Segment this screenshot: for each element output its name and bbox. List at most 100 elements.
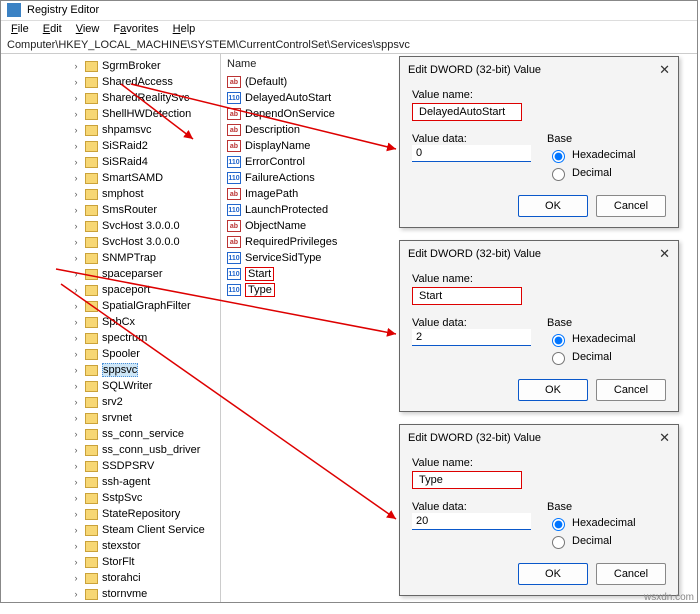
tree-node[interactable]: › stexstor: [1, 538, 220, 554]
menu-edit[interactable]: Edit: [37, 22, 68, 36]
tree-node[interactable]: ›storahci: [1, 570, 220, 586]
tree-label: stexstor: [102, 540, 141, 552]
tree-node[interactable]: ›ShellHWDetection: [1, 106, 220, 122]
chevron-right-icon: ›: [71, 541, 81, 551]
cancel-button[interactable]: Cancel: [596, 379, 666, 401]
menubar: FFileile Edit View Favorites Help: [1, 21, 697, 37]
menu-view[interactable]: View: [70, 22, 106, 36]
value-name-field[interactable]: Start: [412, 287, 522, 305]
dialog-title: Edit DWORD (32-bit) Value: [408, 432, 541, 444]
chevron-right-icon: ›: [71, 445, 81, 455]
titlebar: Registry Editor: [1, 1, 697, 21]
tree-label: SpatialGraphFilter: [102, 300, 191, 312]
tree-node[interactable]: ›SvcHost 3.0.0.0: [1, 218, 220, 234]
tree-node[interactable]: › SharedAccess: [1, 74, 220, 90]
close-icon[interactable]: ✕: [659, 430, 670, 446]
value-name: Start: [245, 267, 274, 281]
value-data-input[interactable]: [412, 513, 531, 530]
tree-node[interactable]: › SpatialGraphFilter: [1, 298, 220, 314]
tree-node[interactable]: ›SgrmBroker: [1, 58, 220, 74]
chevron-right-icon: ›: [71, 77, 81, 87]
address-bar[interactable]: Computer\HKEY_LOCAL_MACHINE\SYSTEM\Curre…: [1, 37, 697, 54]
tree-node[interactable]: ›shpamsvc: [1, 122, 220, 138]
tree-node[interactable]: ›SstpSvc: [1, 490, 220, 506]
tree-node[interactable]: ›SvcHost 3.0.0.0: [1, 234, 220, 250]
value-data-input[interactable]: [412, 329, 531, 346]
tree-node[interactable]: ›SiSRaid2: [1, 138, 220, 154]
value-name-field[interactable]: DelayedAutoStart: [412, 103, 522, 121]
value-name: DisplayName: [245, 140, 310, 152]
tree-node[interactable]: ›srv2: [1, 394, 220, 410]
tree-label: stornvme: [102, 588, 147, 600]
chevron-right-icon: ›: [71, 317, 81, 327]
tree-node[interactable]: ›sppsvc: [1, 362, 220, 378]
value-name: ServiceSidType: [245, 252, 321, 264]
radio-dec[interactable]: [552, 168, 565, 181]
ok-button[interactable]: OK: [518, 379, 588, 401]
menu-favorites[interactable]: Favorites: [107, 22, 164, 36]
chevron-right-icon: ›: [71, 397, 81, 407]
tree-node[interactable]: ›StateRepository: [1, 506, 220, 522]
close-icon[interactable]: ✕: [659, 62, 670, 78]
tree-node[interactable]: ›srvnet: [1, 410, 220, 426]
folder-icon: [85, 589, 98, 600]
value-data-input[interactable]: [412, 145, 531, 162]
ok-button[interactable]: OK: [518, 195, 588, 217]
tree-node[interactable]: ›SiSRaid4: [1, 154, 220, 170]
radio-hex[interactable]: [552, 518, 565, 531]
reg-dw-icon: 110: [227, 204, 241, 216]
folder-icon: [85, 525, 98, 536]
tree-node[interactable]: ›smphost: [1, 186, 220, 202]
tree-node[interactable]: ›ss_conn_service: [1, 426, 220, 442]
chevron-right-icon: ›: [71, 525, 81, 535]
folder-icon: [85, 493, 98, 504]
tree-node[interactable]: › spaceparser: [1, 266, 220, 282]
chevron-right-icon: ›: [71, 269, 81, 279]
tree-pane[interactable]: ›SgrmBroker › SharedAccess ›SharedRealitySv…: [1, 54, 221, 602]
tree-node[interactable]: ›spectrum: [1, 330, 220, 346]
chevron-right-icon: ›: [71, 189, 81, 199]
tree-node[interactable]: ›SmsRouter: [1, 202, 220, 218]
value-name: RequiredPrivileges: [245, 236, 337, 248]
tree-node[interactable]: ›SpbCx: [1, 314, 220, 330]
cancel-button[interactable]: Cancel: [596, 563, 666, 585]
tree-node[interactable]: ›Steam Client Service: [1, 522, 220, 538]
folder-icon: [85, 189, 98, 200]
tree-label: sppsvc: [102, 363, 138, 377]
value-name-field[interactable]: Type: [412, 471, 522, 489]
tree-label: SiSRaid2: [102, 140, 148, 152]
tree-node[interactable]: ›ssh-agent: [1, 474, 220, 490]
ok-button[interactable]: OK: [518, 563, 588, 585]
radio-dec[interactable]: [552, 352, 565, 365]
tree-node[interactable]: ›SharedRealitySvc: [1, 90, 220, 106]
tree-node[interactable]: ›SmartSAMD: [1, 170, 220, 186]
chevron-right-icon: ›: [71, 301, 81, 311]
tree-node[interactable]: ›ss_conn_usb_driver: [1, 442, 220, 458]
folder-icon: [85, 333, 98, 344]
base-label: Base: [547, 133, 666, 145]
menu-help[interactable]: Help: [167, 22, 202, 36]
radio-hex[interactable]: [552, 334, 565, 347]
tree-node[interactable]: ›spaceport: [1, 282, 220, 298]
menu-file[interactable]: FFileile: [5, 22, 35, 36]
chevron-right-icon: ›: [71, 109, 81, 119]
radio-dec[interactable]: [552, 536, 565, 549]
tree-node[interactable]: ›SNMPTrap: [1, 250, 220, 266]
reg-bin-icon: 110: [227, 172, 241, 184]
tree-node[interactable]: ›SSDPSRV: [1, 458, 220, 474]
chevron-right-icon: ›: [71, 125, 81, 135]
tree-node[interactable]: ›Spooler: [1, 346, 220, 362]
radio-hex[interactable]: [552, 150, 565, 163]
value-name: ErrorControl: [245, 156, 305, 168]
tree-label: spaceparser: [102, 268, 163, 280]
reg-sz-icon: ab: [227, 220, 241, 232]
folder-icon: [85, 77, 98, 88]
tree-node[interactable]: ›SQLWriter: [1, 378, 220, 394]
tree-label: SharedAccess: [102, 76, 173, 88]
tree-node[interactable]: ›StorFlt: [1, 554, 220, 570]
reg-sz-icon: ab: [227, 76, 241, 88]
close-icon[interactable]: ✕: [659, 246, 670, 262]
chevron-right-icon: ›: [71, 429, 81, 439]
cancel-button[interactable]: Cancel: [596, 195, 666, 217]
tree-node[interactable]: ›stornvme: [1, 586, 220, 602]
